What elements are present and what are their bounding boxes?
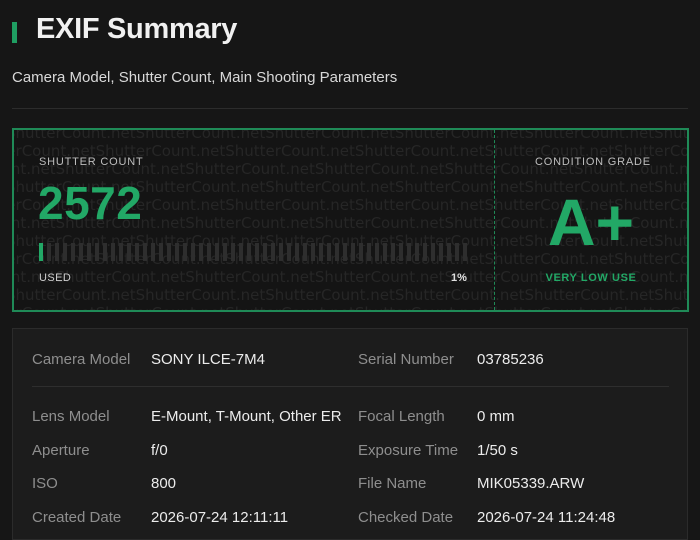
progress-segment: [279, 243, 283, 261]
detail-key: Focal Length: [358, 408, 445, 425]
progress-segment: [127, 243, 131, 261]
progress-segment: [367, 243, 371, 261]
progress-segment: [79, 243, 83, 261]
progress-segment: [319, 243, 323, 261]
detail-key: Aperture: [32, 442, 90, 459]
progress-segment: [167, 243, 171, 261]
detail-row: Lens Model E-Mount, T-Mount, Other ER Fo…: [13, 408, 687, 432]
shutter-count-label: SHUTTER COUNT: [39, 156, 144, 168]
progress-segment: [351, 243, 355, 261]
progress-segment: [359, 243, 363, 261]
detail-row: Aperture f/0 Exposure Time 1/50 s: [13, 442, 687, 466]
progress-segment: [231, 243, 235, 261]
progress-segment: [463, 243, 467, 261]
exif-details-card: Camera Model SONY ILCE-7M4 Serial Number…: [12, 328, 688, 540]
title-accent-bar: [12, 22, 17, 43]
progress-segment: [375, 243, 379, 261]
progress-segment: [71, 243, 75, 261]
page-subtitle: Camera Model, Shutter Count, Main Shooti…: [12, 69, 398, 86]
progress-segment: [159, 243, 163, 261]
progress-segment: [287, 243, 291, 261]
progress-segment: [151, 243, 155, 261]
page-header: EXIF Summary Camera Model, Shutter Count…: [0, 0, 700, 110]
progress-segment: [383, 243, 387, 261]
header-divider: [12, 108, 688, 109]
detail-key: File Name: [358, 475, 427, 492]
detail-value: 2026-07-24 11:24:48: [477, 509, 616, 526]
progress-segment: [207, 243, 211, 261]
progress-segment: [119, 243, 123, 261]
progress-segment: [407, 243, 411, 261]
watermark-line: ShutterCount.netShutterCount.netShutterC…: [12, 128, 689, 142]
progress-segment: [391, 243, 395, 261]
progress-segment: [143, 243, 147, 261]
progress-segment: [95, 243, 99, 261]
progress-segment: [263, 243, 267, 261]
progress-segment: [271, 243, 275, 261]
used-percent: 1%: [451, 272, 467, 284]
progress-segment: [399, 243, 403, 261]
watermark-line: ShutterCount.netShutterCount.netShutterC…: [14, 304, 687, 310]
detail-value: MIK05339.ARW: [477, 475, 585, 492]
progress-segment: [135, 243, 139, 261]
detail-value: f/0: [151, 442, 168, 459]
progress-segment: [311, 243, 315, 261]
shutter-count-value: 2572: [38, 177, 143, 229]
used-label: USED: [39, 272, 72, 284]
progress-segment: [175, 243, 179, 261]
condition-grade-value: A+: [547, 185, 635, 259]
progress-segment: [335, 243, 339, 261]
progress-segment: [455, 243, 459, 261]
progress-segment: [215, 243, 219, 261]
progress-segment: [103, 243, 107, 261]
detail-key: Serial Number: [358, 351, 454, 368]
detail-row: Created Date 2026-07-24 12:11:11 Checked…: [13, 509, 687, 533]
detail-key: Camera Model: [32, 351, 131, 368]
progress-segment: [199, 243, 203, 261]
progress-segment: [183, 243, 187, 261]
usage-progress-bar: [39, 243, 469, 261]
page-title: EXIF Summary: [36, 13, 238, 45]
progress-segment: [295, 243, 299, 261]
detail-key: ISO: [32, 475, 58, 492]
progress-segment: [303, 243, 307, 261]
progress-segment: [223, 243, 227, 261]
progress-segment: [239, 243, 243, 261]
progress-segment: [55, 243, 59, 261]
progress-segment: [431, 243, 435, 261]
progress-segment: [255, 243, 259, 261]
detail-value: E-Mount, T-Mount, Other ER: [151, 408, 342, 425]
detail-key: Lens Model: [32, 408, 110, 425]
progress-segment: [87, 243, 91, 261]
condition-grade-label: CONDITION GRADE: [535, 156, 651, 168]
details-divider: [32, 386, 669, 387]
detail-value: 1/50 s: [477, 442, 518, 459]
progress-segment: [439, 243, 443, 261]
progress-segment: [247, 243, 251, 261]
detail-value: SONY ILCE-7M4: [151, 351, 265, 368]
detail-row: ISO 800 File Name MIK05339.ARW: [13, 475, 687, 499]
progress-segment: [191, 243, 195, 261]
detail-row-primary: Camera Model SONY ILCE-7M4 Serial Number…: [13, 351, 687, 375]
progress-segment: [63, 243, 67, 261]
detail-key: Checked Date: [358, 509, 454, 526]
detail-value: 2026-07-24 12:11:11: [151, 509, 289, 526]
progress-segment: [423, 243, 427, 261]
condition-grade-note: VERY LOW USE: [545, 272, 637, 284]
detail-value: 03785236: [477, 351, 544, 368]
progress-segment: [111, 243, 115, 261]
progress-segment-filled: [39, 243, 43, 261]
progress-segment: [47, 243, 51, 261]
detail-value: 800: [151, 475, 177, 492]
detail-key: Created Date: [32, 509, 122, 526]
progress-segment: [415, 243, 419, 261]
progress-segment: [447, 243, 451, 261]
detail-key: Exposure Time: [358, 442, 459, 459]
watermark-line: ShutterCount.netShutterCount.netShutterC…: [12, 286, 689, 304]
progress-segment: [343, 243, 347, 261]
progress-segment: [327, 243, 331, 261]
shutter-summary-card: ShutterCount.netShutterCount.netShutterC…: [12, 128, 689, 312]
detail-value: 0 mm: [477, 408, 515, 425]
